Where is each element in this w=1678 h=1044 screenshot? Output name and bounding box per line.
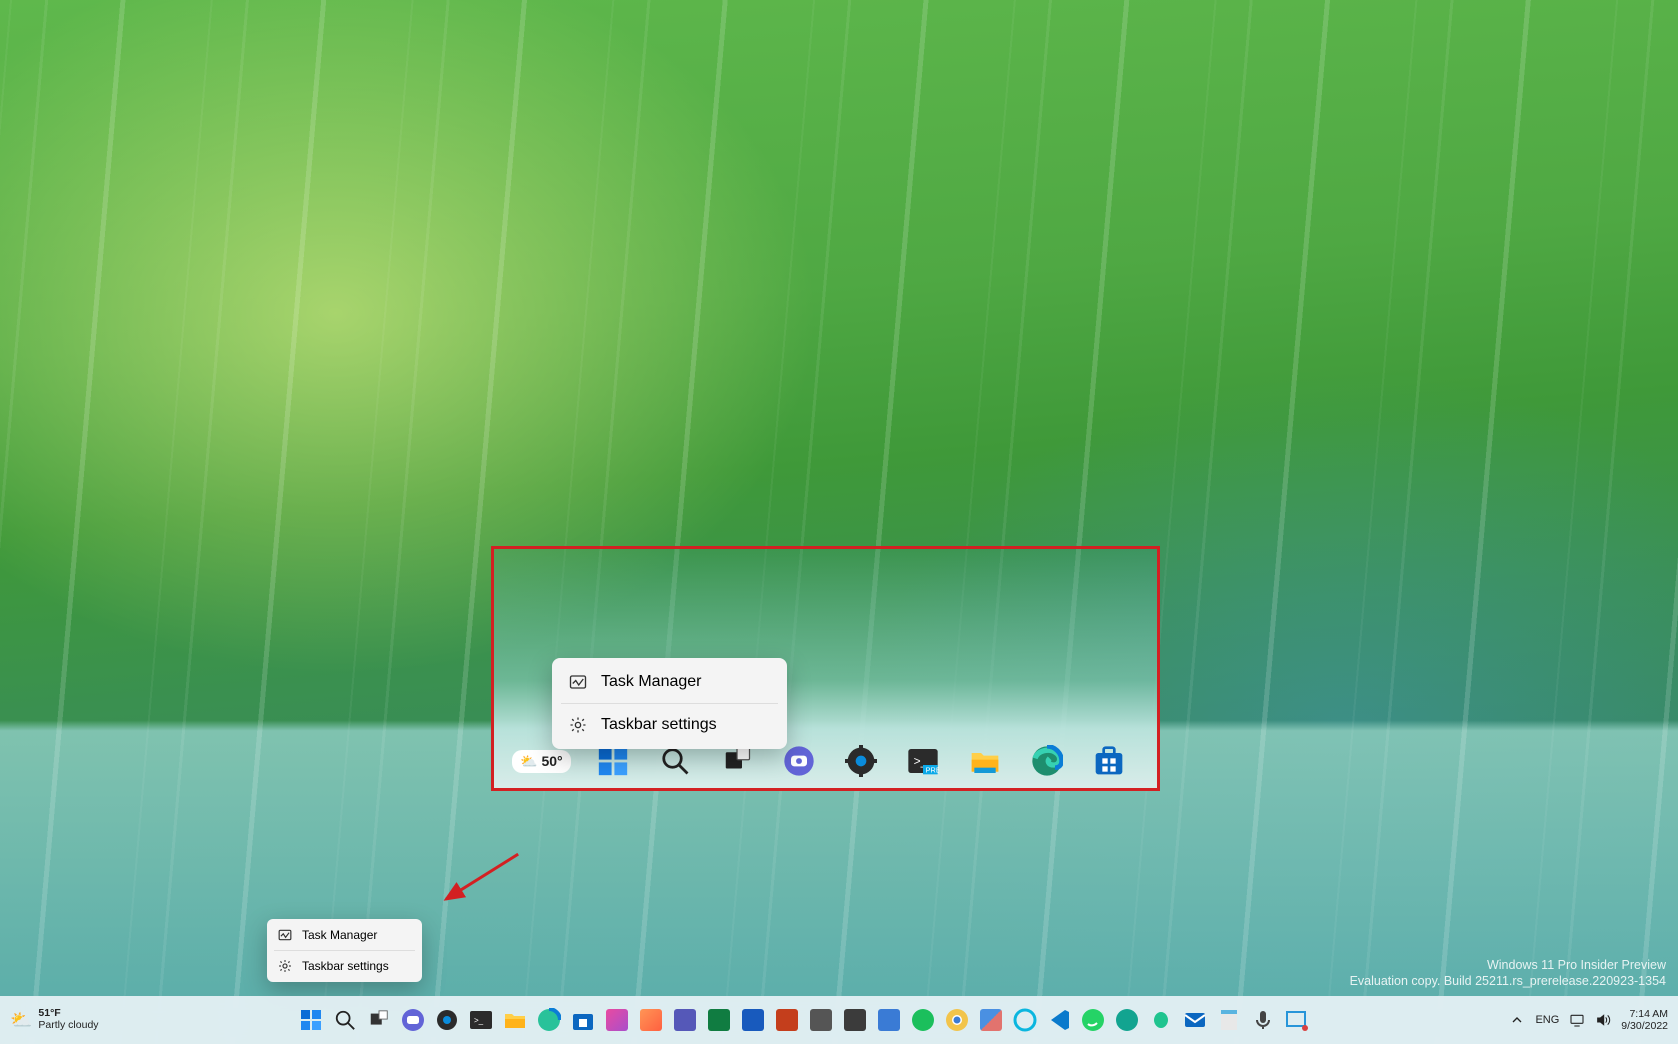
mail-icon[interactable] [1181,1006,1209,1034]
taskbar[interactable]: ⛅ 51°F Partly cloudy >_ [0,996,1678,1044]
chat-icon-large[interactable] [781,743,817,779]
weather-widget[interactable]: ⛅ 51°F Partly cloudy [10,1008,99,1031]
menu-item-task-manager-small[interactable]: Task Manager [270,922,419,948]
desktop-wallpaper[interactable]: ⛅ 50° [0,0,1678,1044]
network-icon[interactable] [1569,1012,1585,1028]
whatsapp-icon[interactable] [1079,1006,1107,1034]
cortana-icon[interactable] [1011,1006,1039,1034]
app-orange-icon[interactable] [637,1006,665,1034]
chrome-icon[interactable] [943,1006,971,1034]
terminal-icon-large[interactable]: >_PRE [905,743,941,779]
taskbar-context-menu: Task Manager Taskbar settings [267,919,422,982]
menu-divider [561,703,778,704]
app-blue-icon[interactable] [875,1006,903,1034]
menu-item-label: Taskbar settings [302,959,389,973]
watermark-line1: Windows 11 Pro Insider Preview [1350,957,1666,973]
watermark-line2: Evaluation copy. Build 25211.rs_prerelea… [1350,973,1666,989]
settings-icon[interactable] [433,1006,461,1034]
weather-icon: ⛅ [520,753,537,770]
word-icon[interactable] [739,1006,767,1034]
menu-item-label: Taskbar settings [601,716,717,734]
edge-icon-large[interactable] [1029,743,1065,779]
excel-icon[interactable] [705,1006,733,1034]
weather-condition: Partly cloudy [38,1020,98,1032]
menu-divider [274,950,415,951]
taskbar-context-menu-large: Task Manager Taskbar settings [552,658,787,749]
gear-icon [278,959,292,973]
weather-temp-large: 50° [541,753,562,769]
terminal-icon[interactable]: >_ [467,1006,495,1034]
calculator-icon[interactable] [807,1006,835,1034]
menu-item-label: Task Manager [302,928,377,942]
sublime-icon[interactable] [841,1006,869,1034]
gear-icon [569,716,587,734]
file-explorer-icon-large[interactable] [967,743,1003,779]
menu-item-task-manager[interactable]: Task Manager [557,663,782,701]
photos-icon[interactable] [977,1006,1005,1034]
menu-item-taskbar-settings-small[interactable]: Taskbar settings [270,953,419,979]
svg-text:PRE: PRE [925,765,938,774]
chat-icon[interactable] [399,1006,427,1034]
chart-icon [569,673,587,691]
family-icon[interactable] [1147,1006,1175,1034]
menu-item-label: Task Manager [601,673,702,691]
file-explorer-icon[interactable] [501,1006,529,1034]
windows-watermark: Windows 11 Pro Insider Preview Evaluatio… [1350,957,1666,990]
menu-item-taskbar-settings[interactable]: Taskbar settings [557,706,782,744]
edge-icon[interactable] [535,1006,563,1034]
store-icon-large[interactable] [1091,743,1127,779]
language-indicator[interactable]: ENG [1535,1014,1559,1026]
weather-widget-large[interactable]: ⛅ 50° [512,750,571,773]
task-view-icon[interactable] [365,1006,393,1034]
store-icon[interactable] [569,1006,597,1034]
powerpoint-icon[interactable] [773,1006,801,1034]
app-pink-icon[interactable] [603,1006,631,1034]
svg-text:>_: >_ [474,1016,484,1025]
weather-icon: ⛅ [10,1010,32,1031]
settings-icon-large[interactable] [843,743,879,779]
vscode-icon[interactable] [1045,1006,1073,1034]
clock-time[interactable]: 7:14 AM [1621,1008,1668,1020]
teams-icon[interactable] [671,1006,699,1034]
chevron-up-icon[interactable] [1509,1012,1525,1028]
spotify-icon[interactable] [909,1006,937,1034]
arrow-annotation [427,835,533,922]
volume-icon[interactable] [1595,1012,1611,1028]
mixed-reality-icon[interactable] [1113,1006,1141,1034]
start-button[interactable] [297,1006,325,1034]
clock-date[interactable]: 9/30/2022 [1621,1020,1668,1032]
snipping-tool-icon[interactable] [1283,1006,1311,1034]
search-icon[interactable] [331,1006,359,1034]
chart-icon [278,928,292,942]
notepad-icon[interactable] [1215,1006,1243,1034]
voice-recorder-icon[interactable] [1249,1006,1277,1034]
